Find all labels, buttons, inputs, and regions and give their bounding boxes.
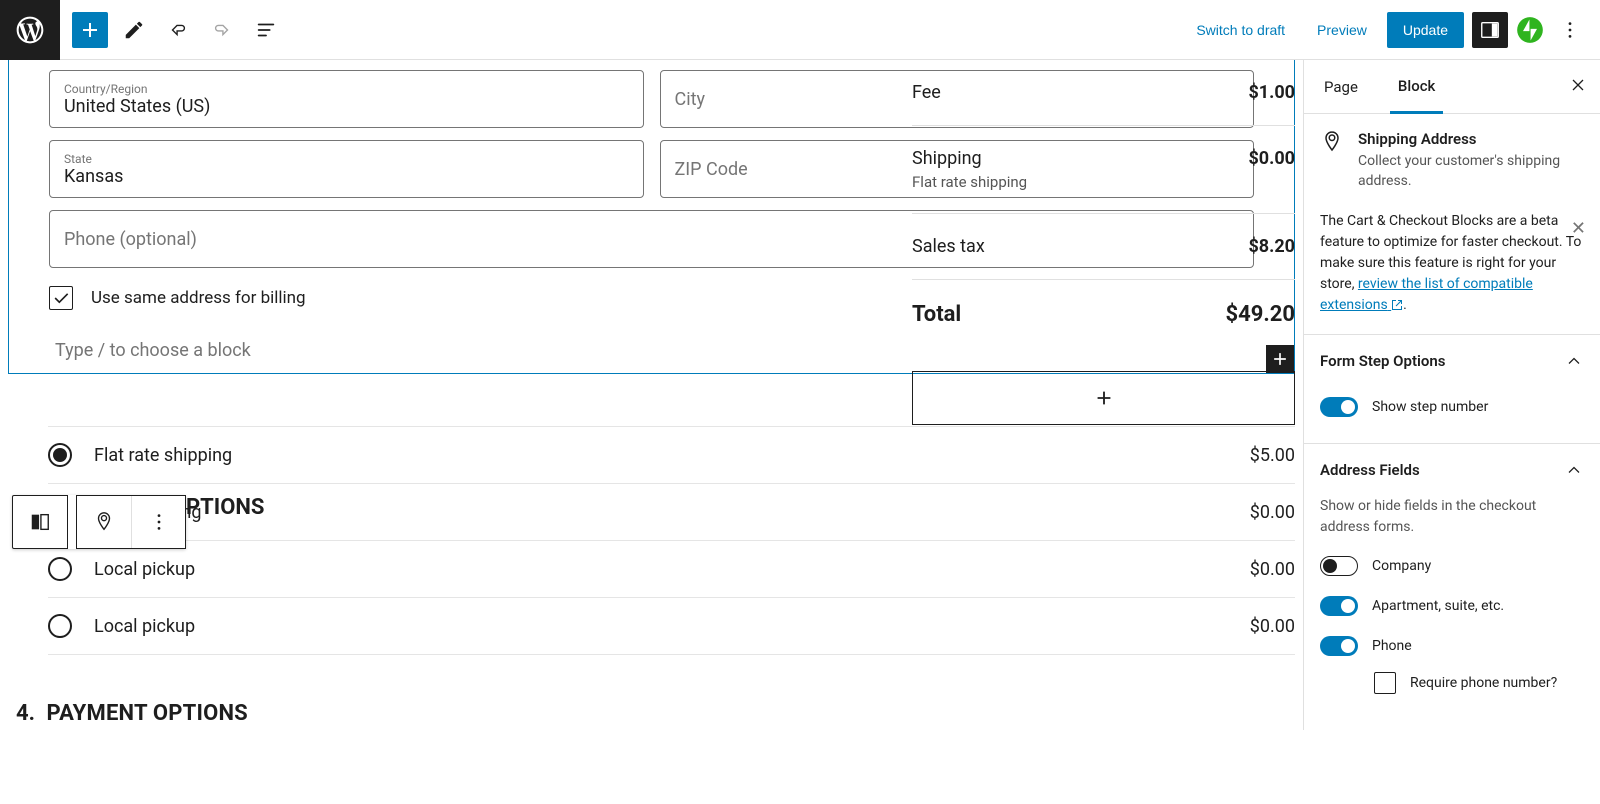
same-address-checkbox[interactable] — [49, 286, 73, 310]
summary-shipping-label: Shipping — [912, 148, 982, 169]
shipping-option-label: Free shipping — [94, 502, 1250, 523]
order-summary: Fee $1.00 Shipping Flat rate shipping $0… — [892, 60, 1295, 425]
close-sidebar-button[interactable] — [1568, 75, 1588, 99]
beta-notice: The Cart & Checkout Blocks are a beta fe… — [1304, 207, 1600, 335]
apartment-label: Apartment, suite, etc. — [1372, 598, 1504, 614]
shipping-radio[interactable] — [48, 443, 72, 467]
plus-icon — [1093, 387, 1115, 409]
preview-button[interactable]: Preview — [1305, 14, 1379, 46]
shipping-radio[interactable] — [48, 557, 72, 581]
chevron-up-icon — [1564, 460, 1584, 480]
same-address-label: Use same address for billing — [91, 288, 306, 308]
form-step-options-panel-toggle[interactable]: Form Step Options — [1304, 335, 1600, 387]
summary-total-label: Total — [912, 302, 961, 327]
phone-label: Phone — [1372, 638, 1412, 654]
shipping-option-label: Local pickup — [94, 559, 1250, 580]
plus-icon — [78, 18, 102, 42]
show-step-number-label: Show step number — [1372, 399, 1488, 415]
check-icon — [51, 288, 71, 308]
block-description: Collect your customer's shipping address… — [1358, 152, 1584, 191]
address-fields-panel-toggle[interactable]: Address Fields — [1304, 444, 1600, 496]
shipping-option-row[interactable]: Local pickup $0.00 — [48, 598, 1295, 655]
address-fields-help: Show or hide fields in the checkout addr… — [1320, 496, 1584, 538]
switch-to-draft-button[interactable]: Switch to draft — [1184, 14, 1297, 46]
summary-shipping-value: $0.00 — [1248, 148, 1295, 191]
close-icon — [1568, 75, 1588, 95]
payment-step-number: 4. — [16, 701, 35, 726]
summary-fee-value: $1.00 — [1248, 82, 1295, 103]
payment-step-title: PAYMENT OPTIONS — [47, 701, 248, 726]
country-label: Country/Region — [64, 82, 629, 96]
shipping-option-row[interactable]: Flat rate shipping $5.00 — [48, 426, 1295, 484]
sidebar-icon — [1479, 19, 1501, 41]
update-button[interactable]: Update — [1387, 12, 1464, 48]
shipping-options-title-partial: PTIONS — [186, 495, 264, 520]
undo-button[interactable] — [160, 12, 196, 48]
shipping-option-label: Flat rate shipping — [94, 445, 1250, 466]
company-label: Company — [1372, 558, 1431, 574]
location-pin-icon — [1320, 130, 1344, 154]
country-value: United States (US) — [64, 96, 629, 117]
address-fields-title: Address Fields — [1320, 461, 1420, 479]
summary-total-value: $49.20 — [1226, 302, 1296, 327]
tab-block[interactable]: Block — [1390, 61, 1443, 114]
tab-page[interactable]: Page — [1316, 62, 1366, 112]
dismiss-notice-button[interactable]: ✕ — [1571, 215, 1586, 242]
require-phone-label: Require phone number? — [1410, 675, 1557, 691]
shipping-radio[interactable] — [48, 614, 72, 638]
shipping-option-row[interactable]: Local pickup $0.00 — [48, 541, 1295, 598]
payment-options-header: 4. PAYMENT OPTIONS — [8, 683, 1295, 730]
summary-add-block-button[interactable] — [912, 371, 1295, 425]
chevron-up-icon — [1564, 351, 1584, 371]
jetpack-icon[interactable] — [1516, 16, 1544, 44]
summary-shipping-sub: Flat rate shipping — [912, 173, 1027, 191]
wordpress-logo[interactable] — [0, 0, 60, 60]
summary-tax-value: $8.20 — [1248, 236, 1295, 257]
shipping-option-price: $5.00 — [1250, 445, 1295, 466]
form-step-options-title: Form Step Options — [1320, 352, 1445, 370]
shipping-option-price: $0.00 — [1250, 502, 1295, 523]
show-step-number-toggle[interactable] — [1320, 397, 1358, 417]
list-view-button[interactable] — [248, 12, 284, 48]
require-phone-checkbox[interactable] — [1374, 672, 1396, 694]
block-name: Shipping Address — [1358, 130, 1584, 148]
state-field[interactable]: State Kansas — [49, 140, 644, 198]
summary-tax-label: Sales tax — [912, 236, 985, 257]
shipping-options-list: Flat rate shipping $5.00 Free shipping $… — [48, 426, 1295, 655]
shipping-option-price: $0.00 — [1250, 616, 1295, 637]
list-view-icon — [255, 19, 277, 41]
settings-sidebar-toggle[interactable] — [1472, 12, 1508, 48]
apartment-toggle[interactable] — [1320, 596, 1358, 616]
external-link-icon — [1391, 299, 1403, 311]
edit-tool-button[interactable] — [116, 12, 152, 48]
redo-icon — [211, 19, 233, 41]
country-field[interactable]: Country/Region United States (US) — [49, 70, 644, 128]
company-toggle[interactable] — [1320, 556, 1358, 576]
phone-toggle[interactable] — [1320, 636, 1358, 656]
summary-fee-label: Fee — [912, 82, 941, 103]
shipping-option-label: Local pickup — [94, 616, 1250, 637]
undo-icon — [167, 19, 189, 41]
wordpress-icon — [14, 14, 46, 46]
shipping-option-price: $0.00 — [1250, 559, 1295, 580]
settings-sidebar: Page Block Shipping Address Collect your… — [1303, 60, 1600, 730]
redo-button[interactable] — [204, 12, 240, 48]
state-value: Kansas — [64, 166, 629, 187]
kebab-icon — [1559, 19, 1581, 41]
pencil-icon — [123, 19, 145, 41]
state-label: State — [64, 152, 629, 166]
more-options-button[interactable] — [1552, 12, 1588, 48]
editor-top-bar: Switch to draft Preview Update — [0, 0, 1600, 60]
add-block-button[interactable] — [72, 12, 108, 48]
